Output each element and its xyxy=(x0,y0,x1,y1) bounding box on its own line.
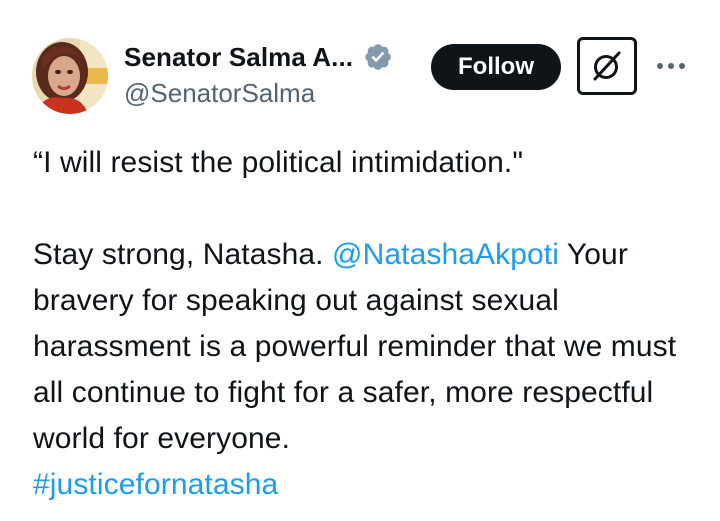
tweet-paragraph: Stay strong, Natasha. @NatashaAkpoti You… xyxy=(33,232,703,462)
tweet-text-start: Stay strong, Natasha. xyxy=(33,238,333,271)
mention-link[interactable]: @NatashaAkpoti xyxy=(332,238,559,271)
author-display-name[interactable]: Senator Salma A... xyxy=(124,42,353,73)
more-options-button[interactable] xyxy=(654,52,688,80)
tweet: Senator Salma A... @SenatorSalma Follow … xyxy=(0,0,720,521)
more-options-icon xyxy=(657,63,685,69)
avatar[interactable] xyxy=(32,38,108,114)
tweet-text: “I will resist the political intimidatio… xyxy=(33,140,703,508)
profile-photo xyxy=(32,38,108,114)
tweet-quote-line: “I will resist the political intimidatio… xyxy=(33,146,524,179)
hashtag-link[interactable]: #justicefornatasha xyxy=(33,468,278,501)
verified-badge-icon xyxy=(363,42,393,72)
author-handle[interactable]: @SenatorSalma xyxy=(124,78,393,109)
author-info: Senator Salma A... @SenatorSalma xyxy=(124,40,393,109)
grok-button[interactable] xyxy=(577,37,637,95)
follow-button[interactable]: Follow xyxy=(431,44,561,90)
grok-icon xyxy=(593,51,621,81)
